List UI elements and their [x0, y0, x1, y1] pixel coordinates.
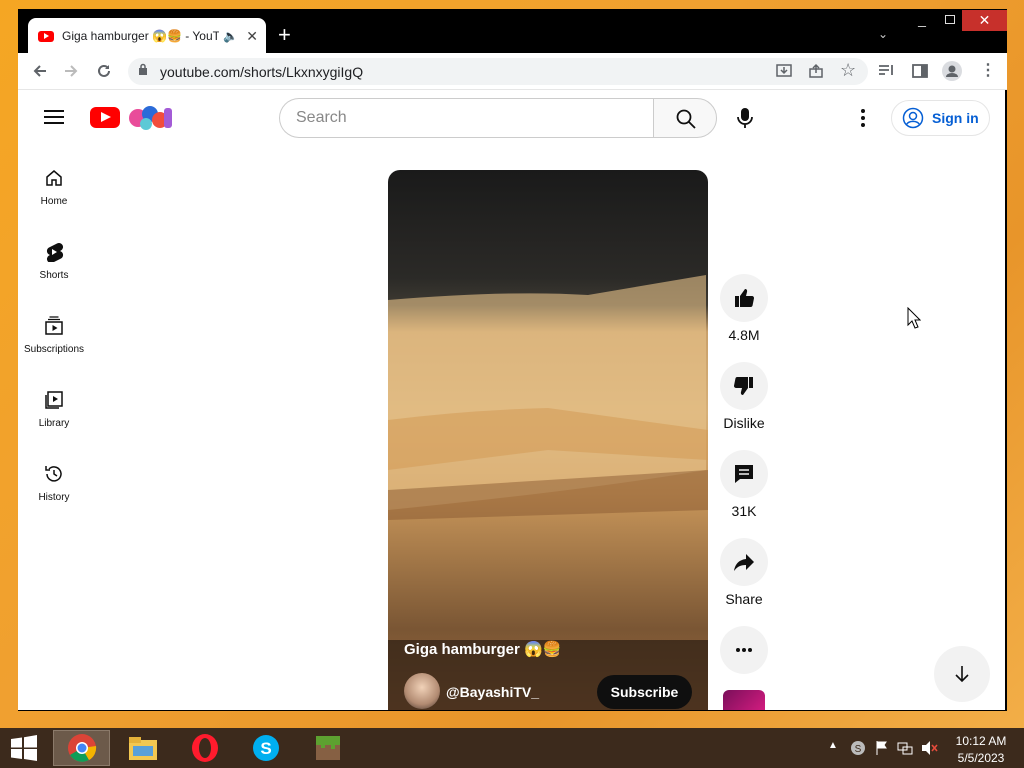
guide-item-history[interactable]: History [18, 464, 90, 534]
guide-label-shorts: Shorts [39, 270, 69, 281]
opera-icon [191, 734, 218, 762]
minecraft-icon [315, 736, 340, 760]
doodle-logo[interactable] [126, 102, 174, 132]
network-icon[interactable] [897, 740, 913, 756]
search-icon [676, 109, 696, 129]
taskbar-chrome[interactable] [53, 730, 110, 766]
mouse-cursor-icon [907, 307, 921, 329]
video-frame-cheese [388, 275, 708, 710]
guide-label-home: Home [40, 196, 68, 207]
history-icon [45, 466, 62, 482]
microphone-icon [737, 108, 753, 128]
account-circle-icon [902, 107, 924, 129]
file-explorer-icon [128, 737, 157, 760]
svg-text:S: S [260, 739, 271, 758]
skype-icon: S [252, 735, 279, 761]
bookmark-star-icon[interactable]: ☆ [840, 60, 856, 81]
taskbar-minecraft[interactable] [299, 730, 356, 766]
sign-in-label: Sign in [932, 110, 979, 126]
maximize-button[interactable] [945, 15, 955, 24]
comments-button[interactable] [720, 450, 768, 498]
arrow-down-icon [955, 666, 969, 683]
more-actions-button[interactable] [720, 626, 768, 674]
windows-start-icon[interactable] [10, 735, 38, 761]
clock-time[interactable]: 10:12 AM [948, 734, 1014, 748]
guide-item-home[interactable]: Home [18, 168, 90, 238]
guide-item-shorts[interactable]: Shorts [18, 242, 90, 312]
share-page-icon[interactable] [808, 63, 824, 79]
kebab-menu-icon[interactable]: ⋮ [980, 60, 996, 80]
comment-icon [735, 465, 753, 483]
share-label: Share [725, 591, 763, 607]
tab-close-icon[interactable]: ✕ [246, 28, 258, 45]
search-button[interactable] [653, 98, 717, 138]
library-icon [45, 391, 63, 409]
shorts-icon [46, 243, 64, 262]
like-button[interactable] [720, 274, 768, 322]
subscriptions-icon [45, 316, 63, 335]
youtube-favicon-icon [38, 30, 54, 42]
install-icon[interactable] [776, 63, 792, 79]
guide-label-history: History [38, 492, 70, 503]
taskbar-skype[interactable]: S [237, 730, 294, 766]
guide-label-library: Library [38, 418, 70, 429]
skype-tray-icon[interactable]: S [850, 740, 866, 756]
taskbar-file-explorer[interactable] [114, 730, 171, 766]
settings-more-button[interactable] [852, 106, 874, 130]
vertical-dots-icon [861, 109, 865, 127]
chrome-icon [67, 734, 96, 762]
share-arrow-icon [734, 554, 754, 571]
guide-item-library[interactable]: Library [18, 390, 90, 460]
minimize-button[interactable]: _ [912, 12, 932, 28]
show-hidden-icons-icon[interactable]: ▲ [828, 740, 838, 751]
search-input[interactable] [279, 98, 654, 138]
dislike-label: Dislike [723, 415, 765, 431]
horizontal-dots-icon [736, 648, 752, 652]
sign-in-button[interactable]: Sign in [891, 100, 990, 136]
short-title: Giga hamburger 😱🍔 [404, 641, 562, 658]
next-short-button[interactable] [934, 646, 990, 702]
voice-search-button[interactable] [726, 99, 764, 137]
reload-icon[interactable] [95, 62, 113, 80]
guide-menu-icon[interactable] [44, 110, 64, 124]
channel-avatar[interactable] [404, 673, 440, 709]
guide-item-subscriptions[interactable]: Subscriptions [18, 316, 90, 386]
youtube-logo[interactable] [90, 107, 120, 128]
comment-count: 31K [731, 503, 757, 519]
action-center-flag-icon[interactable] [874, 740, 890, 756]
svg-text:S: S [855, 744, 862, 755]
window-close-button[interactable]: ✕ [962, 10, 1007, 31]
tab-title: Giga hamburger 😱🍔 - YouTube [62, 29, 220, 43]
sound-thumbnail[interactable] [723, 690, 765, 710]
subscribe-button[interactable]: Subscribe [597, 675, 692, 709]
new-tab-button[interactable]: + [278, 24, 291, 46]
back-icon[interactable] [31, 62, 49, 80]
home-icon [46, 170, 62, 186]
forward-icon[interactable] [62, 62, 80, 80]
thumbs-up-icon [735, 289, 755, 308]
tab-search-button[interactable]: ⌄ [878, 27, 888, 41]
url-text[interactable]: youtube.com/shorts/LkxnxygiIgQ [160, 64, 363, 80]
like-count: 4.8M [728, 327, 760, 343]
channel-name[interactable]: @BayashiTV_ [446, 684, 539, 700]
browser-tab[interactable]: Giga hamburger 😱🍔 - YouTube 🔈 ✕ [28, 18, 266, 54]
thumbs-down-icon [733, 376, 753, 395]
clock-date[interactable]: 5/5/2023 [948, 751, 1014, 765]
share-button[interactable] [720, 538, 768, 586]
speaker-icon[interactable]: 🔈 [223, 29, 238, 43]
dislike-button[interactable] [720, 362, 768, 410]
taskbar-opera[interactable] [176, 730, 233, 766]
guide-label-subscriptions: Subscriptions [23, 344, 85, 355]
lock-icon[interactable] [138, 63, 148, 75]
side-panel-icon[interactable] [911, 62, 929, 80]
short-video-player[interactable] [388, 170, 708, 710]
media-queue-icon[interactable] [878, 63, 896, 79]
profile-avatar-icon[interactable] [942, 61, 962, 81]
volume-muted-icon[interactable] [921, 740, 939, 756]
